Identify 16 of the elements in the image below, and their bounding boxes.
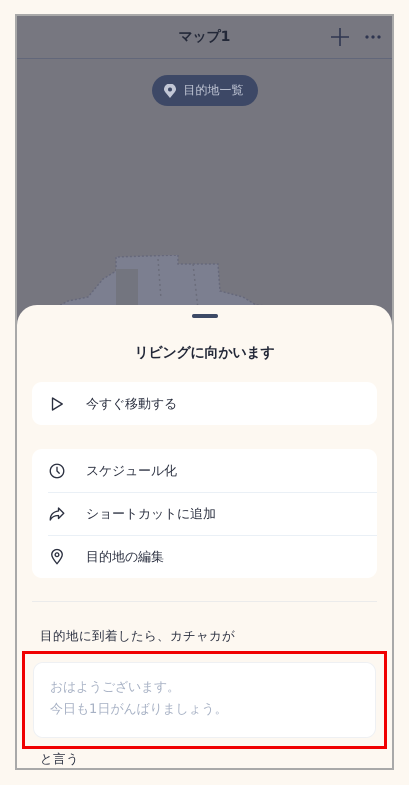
suffix-text: と言う [40, 751, 80, 768]
more-button[interactable] [364, 34, 382, 40]
prompt-text: 目的地に到着したら、カチャカが [40, 628, 236, 645]
action-row[interactable]: スケジュール化 [48, 449, 377, 492]
sheet-title: リビングに向かいます [134, 344, 274, 362]
add-button[interactable] [330, 27, 350, 47]
clock-icon [48, 462, 66, 480]
action-row[interactable]: ショートカットに追加 [48, 492, 377, 535]
action-row[interactable]: 目的地の編集 [48, 535, 377, 578]
screen-title: マップ1 [178, 28, 230, 46]
drag-handle[interactable] [192, 314, 218, 318]
action-row[interactable]: 今すぐ移動する [48, 382, 377, 425]
share-arrow-icon [48, 505, 66, 523]
location-pin-icon [164, 84, 176, 98]
location-pin-icon [48, 548, 66, 566]
destination-list-button[interactable]: 目的地一覧 [152, 75, 258, 106]
